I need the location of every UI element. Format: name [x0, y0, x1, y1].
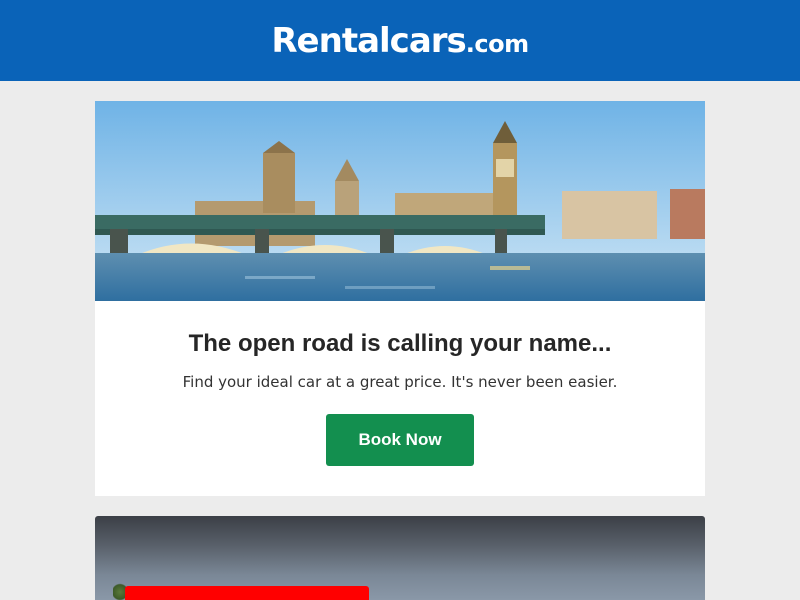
- london-skyline-illustration: [95, 101, 705, 301]
- email-header: Rentalcars .com: [0, 0, 800, 81]
- promo-subline: Find your ideal car at a great price. It…: [182, 373, 618, 391]
- rentalcars-logo[interactable]: Rentalcars .com: [271, 20, 529, 61]
- red-banner: [125, 586, 369, 600]
- secondary-promo-card[interactable]: [95, 516, 705, 600]
- book-now-button[interactable]: Book Now: [326, 414, 474, 466]
- logo-domain: .com: [465, 29, 529, 58]
- hero-image[interactable]: [95, 101, 705, 301]
- promo-headline: The open road is calling your name...: [188, 330, 612, 357]
- logo-wordmark: Rentalcars: [271, 20, 466, 61]
